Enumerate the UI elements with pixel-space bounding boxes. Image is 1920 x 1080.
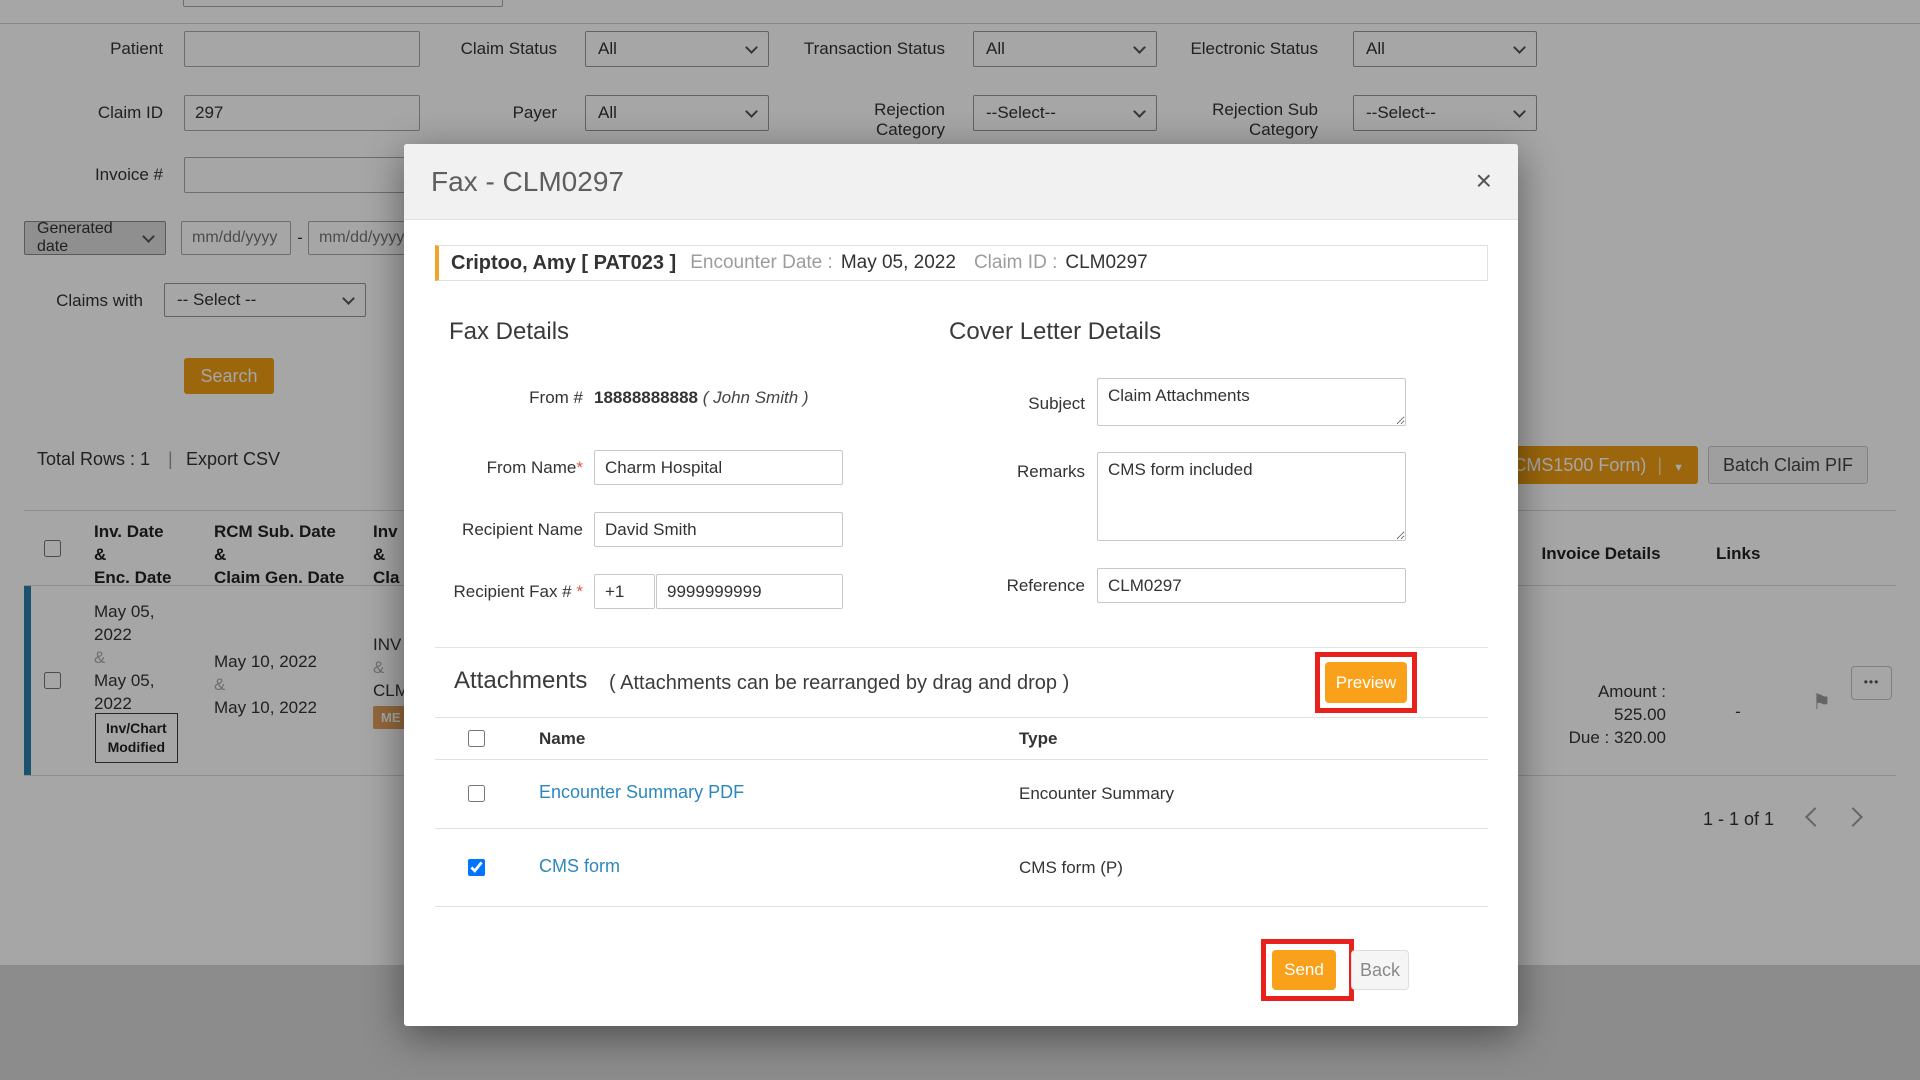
preview-button[interactable]: Preview (1325, 662, 1407, 703)
attachments-table-top-border (435, 717, 1488, 718)
attachment-name-link[interactable]: Encounter Summary PDF (539, 782, 744, 803)
attachments-header-border (435, 759, 1488, 760)
reference-label: Reference (965, 576, 1085, 596)
remarks-label: Remarks (965, 462, 1085, 482)
required-asterisk: * (576, 582, 583, 601)
attachment-row-border (435, 906, 1488, 907)
close-icon[interactable]: × (1476, 166, 1492, 196)
patient-info-bar: Criptoo, Amy [ PAT023 ] Encounter Date :… (435, 245, 1488, 281)
type-column-header: Type (1019, 729, 1057, 749)
subject-label: Subject (965, 394, 1085, 414)
fax-modal: Fax - CLM0297 × Criptoo, Amy [ PAT023 ] … (404, 144, 1518, 1026)
reference-input[interactable] (1097, 568, 1406, 603)
fax-details-heading: Fax Details (449, 318, 569, 346)
attachment-row-border (435, 828, 1488, 829)
attachment-type: CMS form (P) (1019, 858, 1123, 878)
attachments-note: ( Attachments can be rearranged by drag … (609, 672, 1069, 695)
from-number-value: 18888888888 ( John Smith ) (594, 385, 852, 410)
encounter-date-value: May 05, 2022 (841, 252, 956, 274)
from-name-input[interactable] (594, 450, 843, 485)
attachment-row-checkbox[interactable] (468, 859, 485, 876)
send-button[interactable]: Send (1272, 950, 1336, 990)
country-code-input[interactable] (594, 574, 655, 609)
encounter-date-label: Encounter Date : (690, 252, 833, 274)
from-number-label: From # (463, 388, 583, 408)
cover-letter-heading: Cover Letter Details (949, 318, 1161, 346)
recipient-name-input[interactable] (594, 512, 843, 547)
claim-id-label: Claim ID : (974, 252, 1057, 274)
attachment-type: Encounter Summary (1019, 784, 1174, 804)
attachments-heading: Attachments (454, 667, 587, 695)
modal-title: Fax - CLM0297 (431, 144, 624, 220)
from-name-label: From Name* (443, 458, 583, 478)
attachment-row-checkbox[interactable] (468, 785, 485, 802)
attachment-name-link[interactable]: CMS form (539, 856, 620, 877)
remarks-textarea[interactable]: CMS form included (1097, 452, 1406, 541)
patient-name: Criptoo, Amy [ PAT023 ] (451, 252, 676, 275)
name-column-header: Name (539, 729, 585, 749)
subject-textarea[interactable]: Claim Attachments (1097, 378, 1406, 426)
back-button[interactable]: Back (1351, 950, 1409, 990)
attachments-select-all-checkbox[interactable] (468, 730, 485, 747)
recipient-fax-label: Recipient Fax # * (433, 582, 583, 602)
required-asterisk: * (576, 458, 583, 477)
section-divider (435, 647, 1488, 648)
claim-id-value: CLM0297 (1065, 252, 1147, 274)
recipient-fax-input[interactable] (656, 574, 843, 609)
recipient-name-label: Recipient Name (443, 520, 583, 540)
screen: Patient Claim Status All Transaction Sta… (0, 0, 1920, 1080)
modal-header: Fax - CLM0297 × (404, 144, 1518, 220)
